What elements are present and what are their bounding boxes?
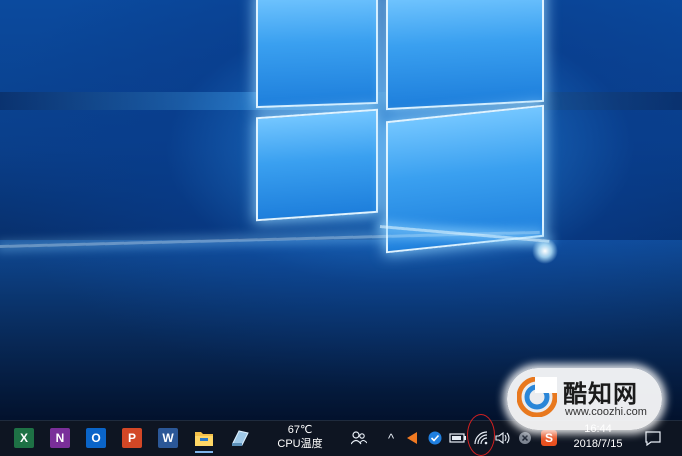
clock-date: 2018/7/15 (573, 438, 623, 450)
people-glyph (351, 431, 367, 445)
close-circle-icon[interactable] (517, 428, 533, 448)
window-pane-bottom-left (256, 108, 378, 222)
active-indicator (195, 451, 213, 453)
watermark-title: 酷知网 (563, 380, 638, 408)
settings-app-icon (232, 430, 249, 446)
battery-icon[interactable] (448, 428, 468, 448)
word-icon[interactable]: W (158, 428, 178, 448)
watermark-url: www.coozhi.com (565, 406, 647, 418)
control-panel-icon[interactable] (230, 428, 250, 448)
sogou-s-icon: S (541, 430, 557, 446)
volume-icon[interactable] (494, 428, 512, 448)
word-glyph: W (162, 431, 174, 445)
notification-glyph (645, 430, 661, 446)
window-pane-top-right (386, 0, 544, 111)
media-player-icon[interactable] (403, 428, 421, 448)
cpu-temp-value: 67℃ (287, 424, 313, 436)
speaker-glyph (495, 431, 510, 445)
cpu-temperature-widget[interactable]: 67℃ CPU温度 (270, 423, 330, 451)
file-explorer-icon[interactable] (194, 428, 214, 453)
people-icon[interactable] (349, 428, 369, 448)
coozhi-watermark: 酷知网 www.coozhi.com (507, 368, 662, 430)
blue-check-icon (428, 431, 442, 445)
window-pane-top-left (256, 0, 378, 109)
onenote-icon[interactable]: N (50, 428, 70, 448)
coozhi-logo-icon (517, 377, 557, 417)
outlook-glyph: O (91, 431, 101, 445)
action-center-icon[interactable] (643, 428, 663, 448)
onenote-glyph: N (55, 431, 65, 445)
powerpoint-glyph: P (127, 431, 136, 445)
excel-glyph: X (19, 431, 28, 445)
grey-x-glyph (519, 432, 531, 444)
cpu-temp-label: CPU温度 (277, 438, 323, 450)
folder-icon (195, 432, 213, 446)
chevron-up-glyph: ^ (387, 430, 395, 446)
excel-icon[interactable]: X (14, 428, 34, 448)
red-highlight-circle (467, 414, 495, 456)
input-method-icon[interactable]: S (540, 428, 558, 448)
outlook-icon[interactable]: O (86, 428, 106, 448)
battery-glyph (449, 433, 466, 443)
security-check-icon[interactable] (426, 428, 444, 448)
show-hidden-icons-chevron-icon[interactable]: ^ (384, 428, 398, 448)
powerpoint-icon[interactable]: P (122, 428, 142, 448)
light-flare (532, 238, 558, 264)
desktop-wallpaper (0, 0, 682, 420)
orange-arrow-icon (407, 432, 417, 444)
input-method-glyph: S (544, 431, 553, 445)
